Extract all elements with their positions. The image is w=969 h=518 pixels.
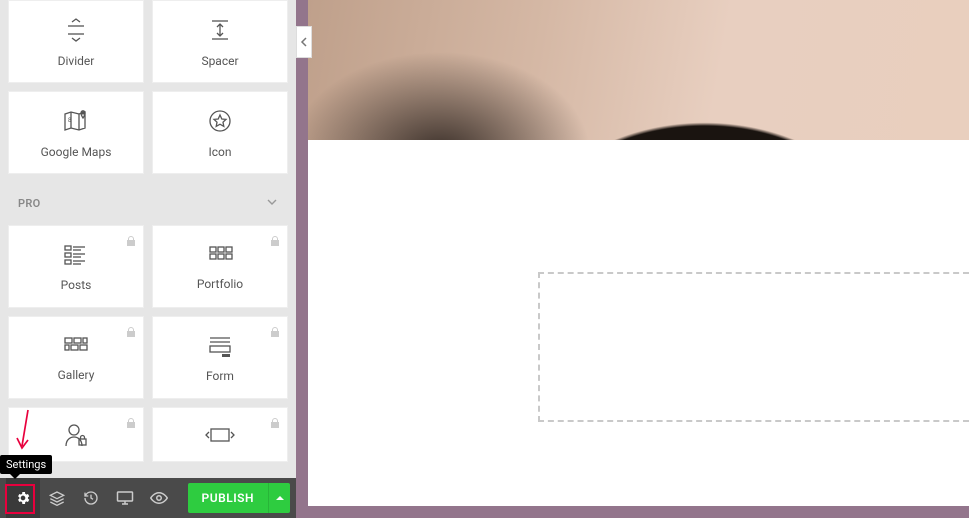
editor-bottom-bar: PUBLISH <box>0 478 296 518</box>
widget-google-maps[interactable]: 8 Google Maps <box>8 91 144 174</box>
spacer-icon <box>206 16 234 44</box>
chevron-left-icon <box>300 37 308 47</box>
widget-gallery[interactable]: Gallery <box>8 316 144 399</box>
form-icon <box>205 333 235 359</box>
widget-slides[interactable] <box>152 407 288 462</box>
settings-button[interactable] <box>6 478 40 518</box>
lock-icon <box>269 323 281 342</box>
slides-icon <box>203 425 237 445</box>
map-icon: 8 <box>61 107 91 135</box>
pro-section-toggle[interactable]: PRO <box>8 182 288 225</box>
canvas-wrapper <box>296 0 969 518</box>
publish-options-button[interactable] <box>268 483 290 513</box>
navigator-button[interactable] <box>40 478 74 518</box>
caret-up-icon <box>275 493 285 503</box>
widget-posts[interactable]: Posts <box>8 225 144 308</box>
panel-collapse-button[interactable] <box>296 26 312 58</box>
history-button[interactable] <box>74 478 108 518</box>
portfolio-icon <box>205 243 235 267</box>
drop-zone[interactable] <box>538 272 969 422</box>
widget-login[interactable] <box>8 407 144 462</box>
lock-icon <box>125 414 137 433</box>
widget-label: Divider <box>58 54 95 68</box>
widgets-panel: Divider Spacer <box>0 0 296 518</box>
preview-button[interactable] <box>142 478 176 518</box>
pro-section-title: PRO <box>18 197 41 210</box>
widget-form[interactable]: Form <box>152 316 288 399</box>
divider-icon <box>62 16 90 44</box>
widget-icon[interactable]: Icon <box>152 91 288 174</box>
page-canvas[interactable] <box>308 0 969 506</box>
widget-spacer[interactable]: Spacer <box>152 0 288 83</box>
lock-icon <box>125 323 137 342</box>
widget-label: Icon <box>208 145 231 159</box>
widget-portfolio[interactable]: Portfolio <box>152 225 288 308</box>
desktop-icon <box>116 490 134 506</box>
hero-image <box>308 0 969 140</box>
widgets-scroll: Divider Spacer <box>0 0 296 478</box>
user-lock-icon <box>61 421 91 449</box>
widget-label: Posts <box>61 278 92 292</box>
widget-divider[interactable]: Divider <box>8 0 144 83</box>
layers-icon <box>49 490 65 506</box>
basic-widgets-grid: Divider Spacer <box>8 0 288 174</box>
widget-label: Portfolio <box>197 277 243 291</box>
gallery-icon <box>61 334 91 358</box>
posts-icon <box>61 242 91 268</box>
widget-label: Form <box>206 369 234 383</box>
widget-label: Google Maps <box>41 145 112 159</box>
widget-label: Spacer <box>201 54 238 68</box>
pro-widgets-grid: Posts Portfolio <box>8 225 288 462</box>
history-icon <box>83 490 99 506</box>
lock-icon <box>269 232 281 251</box>
lock-icon <box>269 414 281 433</box>
publish-button[interactable]: PUBLISH <box>188 483 268 513</box>
chevron-down-icon <box>266 196 278 211</box>
responsive-button[interactable] <box>108 478 142 518</box>
gear-icon <box>15 490 31 506</box>
lock-icon <box>125 232 137 251</box>
eye-icon <box>150 491 168 505</box>
star-circle-icon <box>206 107 234 135</box>
widget-label: Gallery <box>58 368 95 382</box>
